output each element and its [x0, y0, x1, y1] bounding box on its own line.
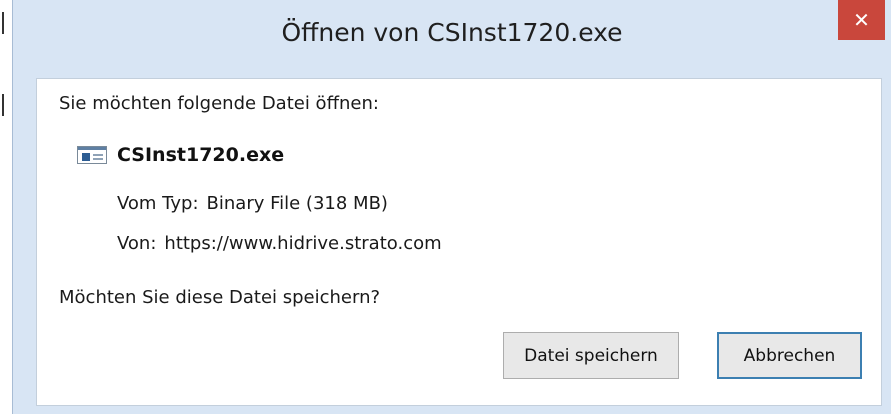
file-row: CSInst1720.exe	[77, 144, 284, 166]
executable-file-icon	[77, 146, 107, 164]
file-type-label: Vom Typ:	[117, 193, 199, 214]
save-file-button[interactable]: Datei speichern	[503, 332, 679, 379]
open-file-prompt: Sie möchten folgende Datei öffnen:	[59, 93, 379, 114]
file-name: CSInst1720.exe	[117, 144, 285, 166]
close-icon: ✕	[853, 8, 870, 32]
file-source-row: Von: https://www.hidrive.strato.com	[117, 233, 442, 254]
save-question: Möchten Sie diese Datei speichern?	[59, 287, 381, 308]
file-source-value: https://www.hidrive.strato.com	[164, 233, 442, 254]
cancel-button[interactable]: Abbrechen	[717, 332, 862, 379]
title-bar[interactable]: Öffnen von CSInst1720.exe ✕	[13, 0, 891, 78]
file-type-value: Binary File (318 MB)	[206, 193, 388, 214]
background-edge-mark	[2, 94, 4, 116]
close-button[interactable]: ✕	[838, 0, 885, 40]
window-title: Öffnen von CSInst1720.exe	[281, 18, 623, 47]
file-source-label: Von:	[117, 233, 157, 254]
background-edge-mark	[2, 12, 4, 34]
file-type-row: Vom Typ: Binary File (318 MB)	[117, 193, 388, 214]
download-dialog-window: Öffnen von CSInst1720.exe ✕ Sie möchten …	[12, 0, 891, 414]
dialog-content: Sie möchten folgende Datei öffnen: CSIns…	[36, 78, 882, 406]
